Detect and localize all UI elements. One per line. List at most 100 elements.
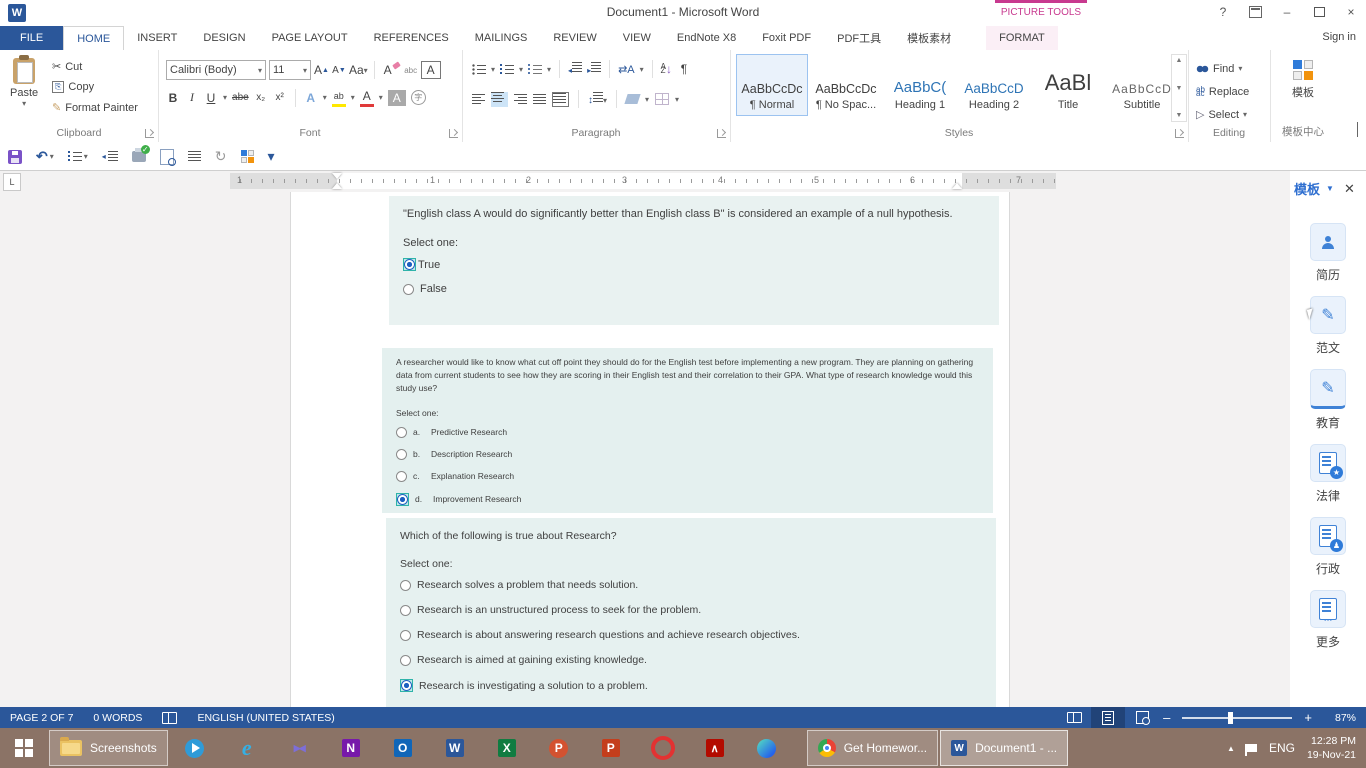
- right-indent-marker[interactable]: [952, 183, 962, 189]
- styles-scroll-down[interactable]: ▼: [1176, 85, 1183, 92]
- question-3-option-1[interactable]: Research solves a problem that needs sol…: [386, 579, 996, 591]
- borders-button[interactable]: [655, 93, 669, 105]
- question-3-option-3[interactable]: Research is about answering research que…: [386, 629, 996, 641]
- taskbar-icon-powerpoint-2[interactable]: P: [585, 728, 637, 768]
- text-effects-button[interactable]: A: [304, 90, 318, 106]
- taskbar-icon-outlook[interactable]: O: [377, 728, 429, 768]
- align-center-button[interactable]: [491, 92, 508, 107]
- print-preview-button[interactable]: [160, 149, 174, 165]
- taskbar-icon-word[interactable]: W: [429, 728, 481, 768]
- qat-justify-button[interactable]: [188, 151, 201, 162]
- style-heading-2[interactable]: AaBbCcD Heading 2: [958, 54, 1030, 116]
- decrease-indent-button[interactable]: ◂: [568, 62, 582, 76]
- tab-references[interactable]: REFERENCES: [361, 26, 462, 50]
- superscript-button[interactable]: x²: [273, 90, 287, 106]
- font-color-button[interactable]: A: [360, 88, 374, 107]
- radio-unselected[interactable]: [396, 427, 407, 438]
- subscript-button[interactable]: x₂: [254, 90, 268, 106]
- paste-dropdown-arrow[interactable]: ▾: [22, 99, 26, 108]
- document-page[interactable]: "English class A would do significantly …: [290, 192, 1010, 707]
- sign-in-link[interactable]: Sign in: [1322, 31, 1356, 43]
- show-paragraph-marks-button[interactable]: ¶: [677, 61, 691, 77]
- character-shading-button[interactable]: A: [388, 90, 406, 106]
- collapse-ribbon-button[interactable]: [1357, 123, 1358, 137]
- cut-button[interactable]: ✂Cut: [52, 60, 138, 73]
- sidebar-item-law[interactable]: ★ 法律: [1310, 444, 1346, 504]
- repeat-button[interactable]: ↻: [215, 148, 227, 165]
- input-language-indicator[interactable]: ENG: [1269, 741, 1295, 755]
- taskbar-icon-internet-explorer[interactable]: e: [221, 728, 273, 768]
- taskbar-icon-onenote[interactable]: N: [325, 728, 377, 768]
- radio-selected[interactable]: [400, 679, 413, 692]
- replace-button[interactable]: abacReplace: [1196, 83, 1249, 100]
- radio-selected[interactable]: [396, 493, 409, 506]
- help-button[interactable]: ?: [1214, 3, 1232, 21]
- web-layout-button[interactable]: [1125, 707, 1159, 728]
- action-center-flag-icon[interactable]: [1247, 744, 1257, 752]
- underline-button[interactable]: U: [204, 90, 218, 106]
- numbering-button[interactable]: [500, 64, 514, 75]
- tab-page-layout[interactable]: PAGE LAYOUT: [259, 26, 361, 50]
- sort-button[interactable]: AZ↓: [661, 62, 672, 76]
- horizontal-ruler[interactable]: 1 1 2 3 4 5 6 7: [230, 173, 1056, 189]
- radio-unselected[interactable]: [403, 284, 414, 295]
- sidebar-item-sample-docs[interactable]: ✎ 范文: [1310, 296, 1346, 356]
- style-heading-1[interactable]: AaBbC( Heading 1: [884, 54, 956, 116]
- style-title[interactable]: AaBl Title: [1032, 54, 1104, 116]
- save-button[interactable]: [8, 150, 22, 164]
- distribute-button[interactable]: [552, 92, 569, 107]
- zoom-slider-thumb[interactable]: [1228, 712, 1233, 724]
- format-painter-button[interactable]: ✎Format Painter: [52, 101, 138, 114]
- font-family-combobox[interactable]: Calibri (Body)▾: [166, 60, 266, 80]
- style-no-spacing[interactable]: AaBbCcDc ¶ No Spac...: [810, 54, 882, 116]
- question-3-option-2[interactable]: Research is an unstructured process to s…: [386, 604, 996, 616]
- bullets-button[interactable]: [472, 64, 486, 75]
- taskbar-icon-kmplayer[interactable]: ▶◀: [273, 728, 325, 768]
- taskbar-window-chrome[interactable]: Get Homewor...: [807, 730, 938, 766]
- tab-foxit-pdf[interactable]: Foxit PDF: [749, 26, 824, 50]
- tab-insert[interactable]: INSERT: [124, 26, 190, 50]
- qat-decrease-indent-button[interactable]: ◂: [102, 151, 118, 162]
- align-right-button[interactable]: [514, 94, 527, 105]
- shrink-font-button[interactable]: A▼: [332, 62, 346, 78]
- language-indicator[interactable]: ENGLISH (UNITED STATES): [187, 712, 344, 724]
- italic-button[interactable]: I: [185, 90, 199, 106]
- styles-scroll-up[interactable]: ▲: [1176, 57, 1183, 64]
- enclose-characters-button[interactable]: 字: [411, 90, 426, 105]
- question-1-option-false[interactable]: False: [389, 283, 999, 295]
- question-2-option-a[interactable]: a. Predictive Research: [382, 427, 993, 438]
- character-border-button[interactable]: A: [421, 61, 441, 79]
- change-case-button[interactable]: Aa▾: [349, 62, 368, 78]
- tab-file[interactable]: FILE: [0, 26, 63, 50]
- align-left-button[interactable]: [472, 94, 485, 105]
- font-size-combobox[interactable]: 11▾: [269, 60, 311, 80]
- word-count[interactable]: 0 WORDS: [83, 712, 152, 724]
- styles-gallery-more[interactable]: ▼: [1176, 112, 1183, 119]
- tab-format[interactable]: FORMAT: [986, 26, 1058, 50]
- sidebar-item-administration[interactable]: ♟ 行政: [1310, 517, 1346, 577]
- template-button[interactable]: 模板: [1292, 60, 1314, 100]
- print-layout-button[interactable]: [1091, 707, 1125, 728]
- undo-button[interactable]: ↶▾: [36, 148, 54, 165]
- qat-template-button[interactable]: [241, 150, 254, 163]
- justify-button[interactable]: [533, 94, 546, 105]
- tab-design[interactable]: DESIGN: [190, 26, 258, 50]
- zoom-slider[interactable]: [1182, 717, 1292, 719]
- qat-numbering-button[interactable]: ▾: [68, 151, 88, 162]
- paragraph-dialog-launcher[interactable]: [717, 129, 726, 138]
- question-3-option-4[interactable]: Research is aimed at gaining existing kn…: [386, 654, 996, 666]
- hanging-indent-marker[interactable]: [332, 183, 342, 189]
- question-2-option-c[interactable]: c. Explanation Research: [382, 471, 993, 482]
- sidebar-item-resume[interactable]: 简历: [1310, 223, 1346, 283]
- question-1-option-true[interactable]: True: [389, 258, 999, 271]
- tab-template-material[interactable]: 模板素材: [894, 26, 964, 50]
- tab-review[interactable]: REVIEW: [540, 26, 609, 50]
- radio-selected[interactable]: [403, 258, 416, 271]
- asian-layout-button[interactable]: ⇄A: [618, 63, 635, 76]
- taskbar-window-word-document[interactable]: W Document1 - ...: [940, 730, 1068, 766]
- show-hidden-icons-button[interactable]: ▲: [1227, 744, 1235, 753]
- copy-button[interactable]: ⎘Copy: [52, 81, 138, 93]
- bold-button[interactable]: B: [166, 90, 180, 106]
- style-normal[interactable]: AaBbCcDc ¶ Normal: [736, 54, 808, 116]
- taskbar-icon-excel[interactable]: X: [481, 728, 533, 768]
